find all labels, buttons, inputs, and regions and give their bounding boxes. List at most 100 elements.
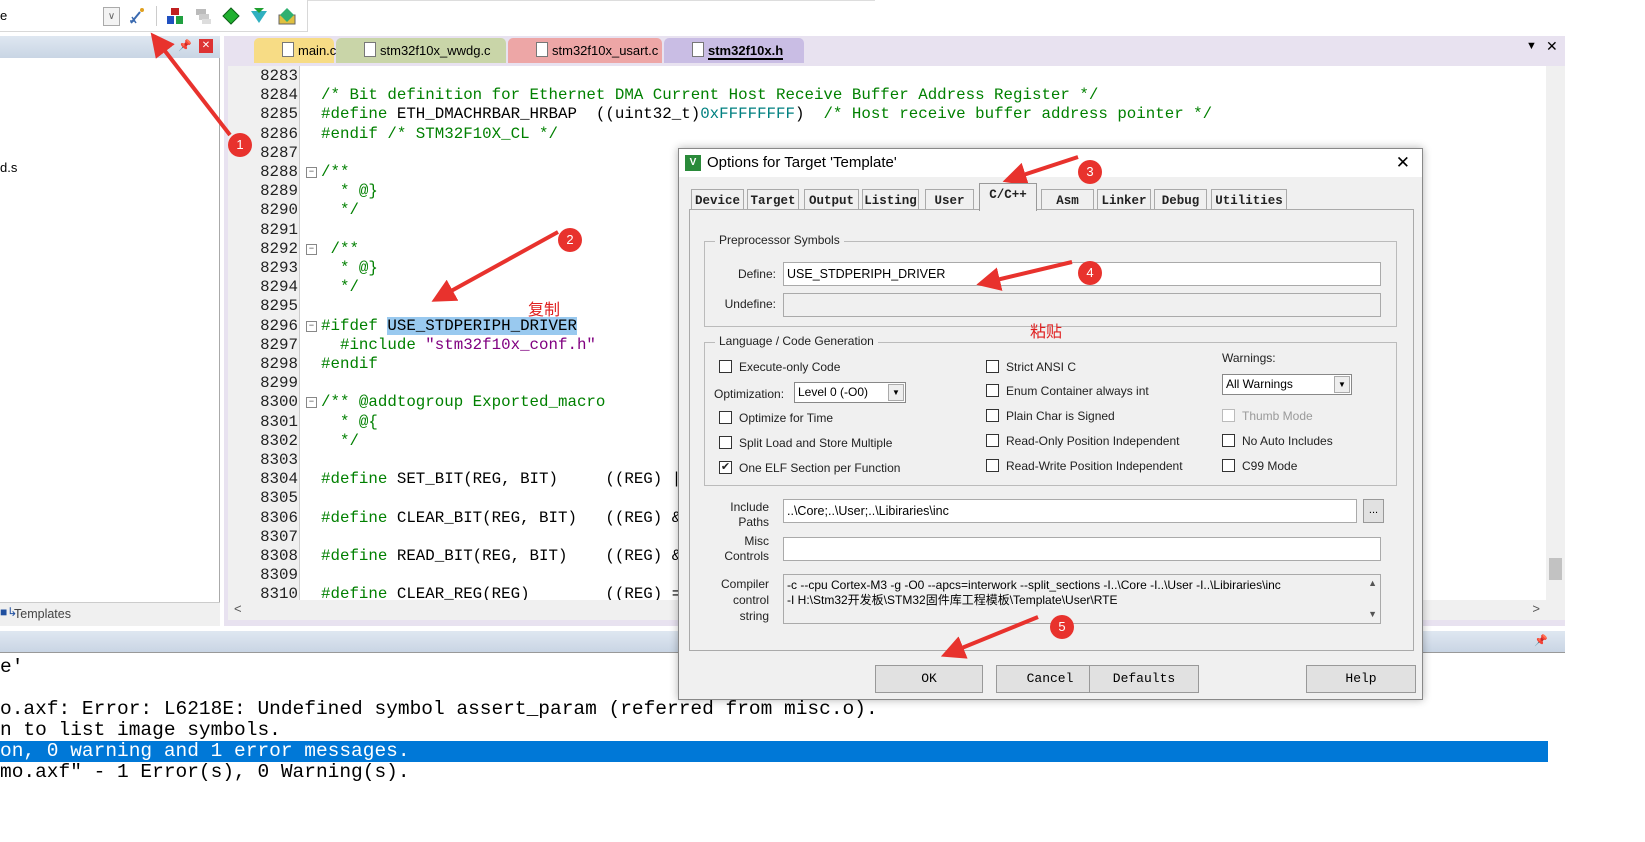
scroll-right-icon[interactable]: > <box>1532 601 1540 616</box>
close-icon[interactable]: ✕ <box>199 39 213 53</box>
scroll-down-icon[interactable]: ▼ <box>1368 607 1377 622</box>
fold-toggle-icon[interactable]: − <box>306 320 317 332</box>
ok-button[interactable]: OK <box>875 665 983 693</box>
target-combo-text[interactable]: e <box>0 8 7 23</box>
checkbox-label: One ELF Section per Function <box>739 461 901 475</box>
code-text: * @{ <box>321 413 378 432</box>
misc-controls-label: Misc Controls <box>724 534 769 563</box>
execute-only-checkbox[interactable]: Execute-only Code <box>719 360 840 374</box>
compiler-control-string: -c --cpu Cortex-M3 -g -O0 --apcs=interwo… <box>783 574 1381 624</box>
tab-templates[interactable]: Templates <box>14 607 71 621</box>
fold-toggle-icon[interactable]: − <box>306 167 317 178</box>
tab-cc[interactable]: C/C++ <box>979 183 1037 211</box>
tab-stm32f10x_wwdg-c[interactable]: stm32f10x_wwdg.c <box>336 38 506 63</box>
output-line[interactable]: mo.axf" - 1 Error(s), 0 Warning(s). <box>0 762 1548 783</box>
enum-container-checkbox[interactable]: Enum Container always int <box>986 384 1149 398</box>
c99-checkbox[interactable]: C99 Mode <box>1222 459 1297 473</box>
output-line-selected[interactable]: on, 0 warning and 1 error messages. <box>0 741 1548 762</box>
tab-target[interactable]: Target <box>747 189 799 211</box>
tab-main-c[interactable]: main.c <box>254 38 336 63</box>
project-panel: 📌 ✕ d.s ■↳ Templates <box>0 36 220 626</box>
checkbox-box <box>986 360 999 373</box>
code-token: #ifdef <box>321 316 388 335</box>
line-number: 8300 <box>260 393 298 412</box>
checkbox-box <box>986 434 999 447</box>
code-token: #define <box>321 508 388 527</box>
document-icon <box>536 42 548 57</box>
tab-debug[interactable]: Debug <box>1154 189 1207 211</box>
code-text: #define CLEAR_BIT(REG, BIT) ((REG) & <box>321 509 681 528</box>
cancel-button[interactable]: Cancel <box>996 665 1104 693</box>
pin-icon[interactable]: 📌 <box>178 39 192 52</box>
one-elf-checkbox[interactable]: ✔ One ELF Section per Function <box>719 461 900 475</box>
help-button[interactable]: Help <box>1306 665 1416 693</box>
close-icon[interactable]: ✕ <box>1396 149 1410 177</box>
plain-char-checkbox[interactable]: Plain Char is Signed <box>986 409 1115 423</box>
no-auto-includes-checkbox[interactable]: No Auto Includes <box>1222 434 1333 448</box>
misc-controls-input[interactable] <box>783 537 1381 561</box>
checkbox-label: Thumb Mode <box>1242 409 1313 423</box>
dropdown-arrow-icon[interactable]: ∨ <box>103 7 120 26</box>
code-token: ) <box>795 105 824 124</box>
undefine-label: Undefine: <box>724 297 776 311</box>
code-text: #define SET_BIT(REG, BIT) ((REG) | <box>321 470 681 489</box>
close-editor-icon[interactable]: ✕ <box>1546 38 1558 55</box>
undefine-input[interactable] <box>783 293 1381 317</box>
options-dialog: V Options for Target 'Template' ✕ Device… <box>678 148 1423 700</box>
code-token: #define <box>321 547 388 565</box>
tab-stm32f10x-h[interactable]: stm32f10x.h <box>664 38 804 63</box>
ro-pi-checkbox[interactable]: Read-Only Position Independent <box>986 434 1179 448</box>
warnings-select[interactable]: All Warnings ▼ <box>1222 374 1352 395</box>
code-token: /** <box>321 163 350 181</box>
tab-asm[interactable]: Asm <box>1041 189 1094 211</box>
tab-utilities[interactable]: Utilities <box>1211 189 1287 211</box>
tab-device[interactable]: Device <box>691 189 744 211</box>
define-input[interactable]: USE_STDPERIPH_DRIVER <box>783 262 1381 286</box>
checkbox-box <box>986 409 999 422</box>
strict-ansi-checkbox[interactable]: Strict ANSI C <box>986 360 1076 374</box>
output-line[interactable]: o.axf: Error: L6218E: Undefined symbol a… <box>0 699 1548 720</box>
scroll-up-icon[interactable]: ▲ <box>1368 576 1377 591</box>
fold-toggle-icon[interactable]: − <box>306 243 317 255</box>
debug-icon[interactable] <box>250 7 268 25</box>
scroll-thumb[interactable] <box>1549 558 1562 580</box>
tab-list-dropdown-icon[interactable]: ▼ <box>1526 40 1537 52</box>
tab-linker[interactable]: Linker <box>1097 189 1151 211</box>
code-token: /** <box>321 239 359 258</box>
browse-button[interactable]: ... <box>1363 499 1384 523</box>
tab-label: stm32f10x_usart.c <box>552 43 659 58</box>
line-number: 8301 <box>260 412 298 431</box>
include-paths-label: Include Paths <box>730 500 769 529</box>
group-title: Preprocessor Symbols <box>715 233 844 247</box>
optimization-select[interactable]: Level 0 (-O0) ▼ <box>794 382 906 403</box>
group-title: Language / Code Generation <box>715 334 878 348</box>
line-number: 8289 <box>260 182 298 201</box>
code-token: CLEAR_BIT(REG, BIT) ((REG) & <box>387 508 682 527</box>
code-token: /* Bit definition for Ethernet DMA Curre… <box>321 86 1099 105</box>
include-paths-input[interactable]: ..\Core;..\User;..\Libiraries\inc <box>783 499 1357 523</box>
wand-icon[interactable] <box>128 7 146 25</box>
flash-icon[interactable] <box>278 7 296 25</box>
build-target-icon[interactable] <box>166 7 184 25</box>
tab-stm32f10x_usart-c[interactable]: stm32f10x_usart.c <box>508 38 662 63</box>
tab-user[interactable]: User <box>925 189 974 211</box>
project-file-item[interactable]: d.s <box>0 160 17 175</box>
defaults-button[interactable]: Defaults <box>1089 665 1199 693</box>
output-line[interactable]: n to list image symbols. <box>0 720 1548 741</box>
code-token: #define <box>321 585 388 600</box>
vertical-scrollbar[interactable] <box>1546 66 1565 620</box>
optimization-label: Optimization: <box>714 387 785 401</box>
optimize-time-checkbox[interactable]: Optimize for Time <box>719 411 833 425</box>
download-icon[interactable] <box>222 7 240 25</box>
fold-toggle-icon[interactable]: − <box>306 397 317 409</box>
tab-output[interactable]: Output <box>804 189 859 211</box>
rw-pi-checkbox[interactable]: Read-Write Position Independent <box>986 459 1183 473</box>
code-text: #define READ_BIT(REG, BIT) ((REG) & <box>321 547 681 566</box>
batch-icon[interactable] <box>194 7 212 25</box>
split-load-checkbox[interactable]: Split Load and Store Multiple <box>719 436 892 450</box>
scroll-left-icon[interactable]: < <box>234 601 242 616</box>
checkbox-label: Execute-only Code <box>739 360 841 374</box>
pin-icon[interactable]: 📌 <box>1534 634 1548 647</box>
thumb-mode-checkbox[interactable]: Thumb Mode <box>1222 409 1313 423</box>
tab-listing[interactable]: Listing <box>862 189 919 211</box>
